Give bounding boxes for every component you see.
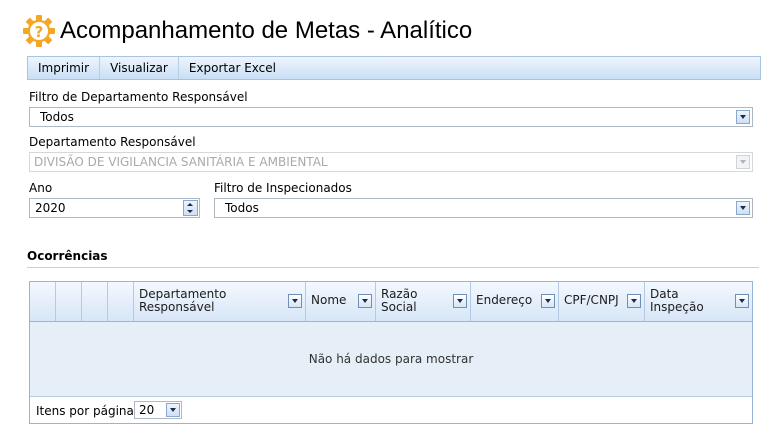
page-size-value: 20 [139, 403, 155, 417]
divider [27, 267, 759, 268]
col-label: Inspeção [650, 300, 704, 314]
dept-value: DIVISÃO DE VIGILANCIA SANITÁRIA E AMBIEN… [34, 155, 328, 169]
grid-col-data-inspecao[interactable]: Data Inspeção [645, 282, 752, 321]
page-size-label: Itens por página: [36, 404, 138, 418]
chevron-down-icon[interactable] [736, 201, 750, 215]
toolbar: Imprimir Visualizar Exportar Excel [27, 56, 761, 80]
col-label: Nome [311, 293, 347, 307]
grid-col-cpf-cnpj[interactable]: CPF/CNPJ [559, 282, 645, 321]
col-label: Responsável [139, 300, 215, 314]
col-label: Data [650, 287, 679, 301]
svg-text:?: ? [35, 23, 44, 41]
preview-button[interactable]: Visualizar [100, 57, 179, 79]
column-filter-icon[interactable] [627, 294, 641, 308]
col-label: Endereço [476, 293, 533, 307]
grid-col-blank [30, 282, 56, 321]
column-filter-icon[interactable] [453, 294, 467, 308]
grid-col-blank [108, 282, 134, 321]
gear-question-icon: ? [23, 15, 55, 47]
col-label: CPF/CNPJ [564, 293, 619, 307]
grid-col-departamento[interactable]: Departamento Responsável [134, 282, 306, 321]
grid-pager: Itens por página: 20 [30, 397, 752, 423]
occurrences-grid: Departamento Responsável Nome Razão Social… [29, 281, 753, 424]
page-title: Acompanhamento de Metas - Analítico [60, 17, 473, 44]
export-excel-button[interactable]: Exportar Excel [179, 57, 286, 79]
dept-filter-label: Filtro de Departamento Responsável [29, 90, 248, 104]
col-label: Departamento [139, 287, 227, 301]
chevron-down-icon[interactable] [736, 110, 750, 124]
col-label: Razão [381, 287, 418, 301]
print-button[interactable]: Imprimir [28, 57, 101, 79]
dept-label: Departamento Responsável [29, 135, 196, 149]
dept-select: DIVISÃO DE VIGILANCIA SANITÁRIA E AMBIEN… [29, 152, 753, 172]
page-size-select[interactable]: 20 [134, 401, 182, 419]
grid-col-nome[interactable]: Nome [306, 282, 376, 321]
inspected-filter-value: Todos [225, 201, 259, 215]
year-label: Ano [29, 181, 53, 195]
inspected-filter-select[interactable]: Todos [214, 198, 753, 218]
page-header: ? Acompanhamento de Metas - Analítico [22, 12, 472, 50]
dept-filter-select[interactable]: Todos [29, 107, 753, 127]
dept-filter-value: Todos [40, 110, 74, 124]
grid-col-razao-social[interactable]: Razão Social [376, 282, 471, 321]
grid-body: Não há dados para mostrar [30, 322, 752, 397]
column-filter-icon[interactable] [288, 294, 302, 308]
column-filter-icon[interactable] [358, 294, 372, 308]
grid-col-endereco[interactable]: Endereço [471, 282, 559, 321]
chevron-down-icon[interactable] [166, 403, 180, 417]
empty-message: Não há dados para mostrar [308, 352, 474, 366]
col-label: Social [381, 300, 417, 314]
year-value: 2020 [35, 201, 66, 215]
chevron-down-icon [736, 155, 750, 169]
grid-col-blank [82, 282, 108, 321]
grid-header: Departamento Responsável Nome Razão Social… [30, 282, 752, 322]
column-filter-icon[interactable] [541, 294, 555, 308]
inspected-filter-label: Filtro de Inspecionados [214, 181, 352, 195]
grid-col-blank [56, 282, 82, 321]
year-spinner[interactable]: 2020 [29, 198, 200, 218]
spinner-arrows-icon[interactable] [183, 200, 198, 216]
section-title: Ocorrências [27, 249, 108, 263]
column-filter-icon[interactable] [735, 294, 749, 308]
